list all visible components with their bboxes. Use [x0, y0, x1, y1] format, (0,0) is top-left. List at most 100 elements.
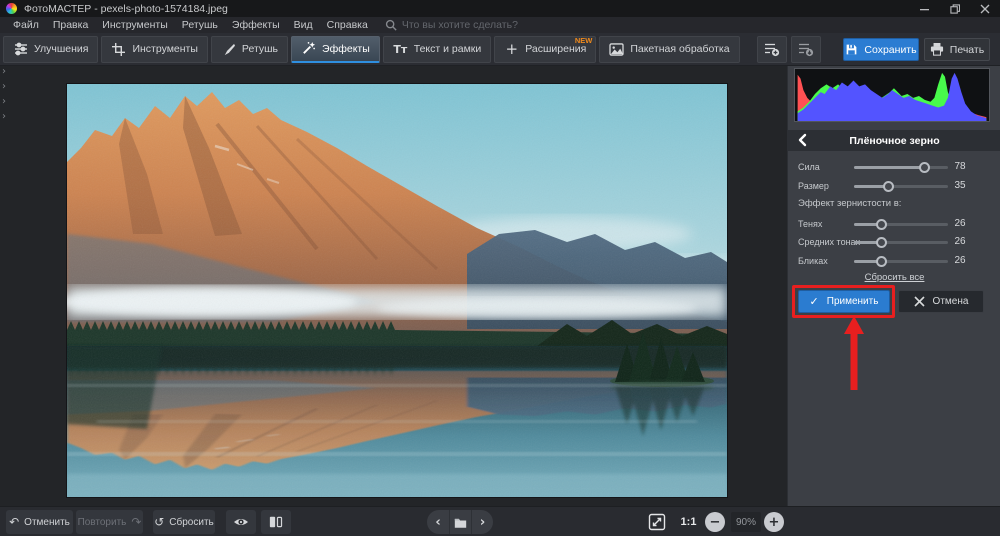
slider-track[interactable] [854, 166, 948, 169]
apply-button[interactable]: ✓ Применить [798, 290, 890, 313]
slider-knob[interactable] [876, 219, 887, 230]
minus-icon: − [710, 516, 721, 529]
slider-track[interactable] [854, 185, 948, 188]
crop-icon [111, 42, 126, 57]
slider-label: Сила [798, 162, 820, 172]
menu-edit[interactable]: Правка [46, 19, 95, 31]
slider-value: 78 [945, 161, 975, 172]
search-input[interactable] [402, 19, 622, 31]
slider-value: 26 [945, 218, 975, 229]
slider-shadows: Тенях 26 [788, 218, 1000, 232]
menu-retouch[interactable]: Ретушь [175, 19, 225, 31]
slider-track[interactable] [854, 260, 948, 263]
x-icon [914, 296, 925, 307]
save-label: Сохранить [864, 44, 916, 56]
zoom-level: 90% [731, 512, 761, 532]
zoom-out-button[interactable]: − [705, 512, 725, 532]
slider-track[interactable] [854, 241, 948, 244]
slider-strength: Сила 78 [788, 161, 1000, 175]
menu-help[interactable]: Справка [320, 19, 375, 31]
minimize-button[interactable] [910, 0, 940, 17]
slider-track[interactable] [854, 223, 948, 226]
status-bar: ↶ Отменить Повторить ↷ ↺ Сбросить [0, 506, 1000, 536]
reset-label: Сбросить [169, 517, 213, 528]
undo-label: Отменить [24, 517, 70, 528]
previous-photo-button[interactable]: ‹ [427, 510, 449, 534]
slider-midtones: Средних тонах 26 [788, 236, 1000, 250]
menu-effects[interactable]: Эффекты [225, 19, 287, 31]
preview-original-button[interactable] [226, 510, 256, 534]
save-icon [845, 43, 858, 56]
cancel-label: Отмена [933, 296, 969, 307]
apply-label: Применить [827, 296, 879, 307]
tab-label: Ретушь [242, 43, 278, 55]
menu-view[interactable]: Вид [287, 19, 320, 31]
slider-fill [854, 223, 878, 226]
menubar: Файл Правка Инструменты Ретушь Эффекты В… [0, 17, 1000, 33]
tab-batch-processing[interactable]: Пакетная обработка [599, 36, 739, 63]
tab-extensions[interactable]: NEW + Расширения [494, 36, 596, 63]
eye-icon [233, 516, 249, 528]
close-button[interactable] [970, 0, 1000, 17]
panel-expand-chevron[interactable]: › [2, 81, 6, 92]
save-button[interactable]: Сохранить [843, 38, 919, 61]
magic-wand-icon [301, 41, 316, 56]
effect-settings-panel: Плёночное зерно Сила 78 Размер 35 Эффект… [787, 66, 1000, 506]
sliders-icon [13, 42, 28, 57]
window-title: ФотоМАСТЕР - pexels-photo-1574184.jpeg [24, 3, 228, 15]
panel-header: Плёночное зерно [788, 130, 1000, 151]
menu-file[interactable]: Файл [6, 19, 46, 31]
redo-icon: ↷ [131, 515, 141, 529]
tab-label: Пакетная обработка [630, 43, 729, 55]
redo-button[interactable]: Повторить ↷ [76, 510, 143, 534]
slider-value: 26 [945, 255, 975, 266]
photo-canvas[interactable] [67, 84, 727, 497]
photo-master-window: ФотоМАСТЕР - pexels-photo-1574184.jpeg Ф… [0, 0, 1000, 536]
restore-button[interactable] [940, 0, 970, 17]
histogram [794, 68, 990, 122]
panel-title: Плёночное зерно [849, 135, 939, 147]
slider-value: 35 [945, 180, 975, 191]
open-folder-button[interactable] [449, 510, 471, 534]
slider-knob[interactable] [919, 162, 930, 173]
back-chevron-icon[interactable] [796, 133, 810, 147]
cancel-button[interactable]: Отмена [898, 290, 984, 313]
tab-text-frames[interactable]: Tт Текст и рамки [383, 36, 492, 63]
tab-tools[interactable]: Инструменты [101, 36, 207, 63]
tab-enhancements[interactable]: Улучшения [3, 36, 98, 63]
before-after-button[interactable] [261, 510, 291, 534]
tab-effects[interactable]: Эффекты [291, 36, 380, 63]
slider-knob[interactable] [876, 256, 887, 267]
reset-button[interactable]: ↺ Сбросить [153, 510, 215, 534]
app-logo-icon [6, 3, 17, 14]
next-photo-button[interactable]: › [471, 510, 493, 534]
add-preset-button[interactable] [757, 36, 787, 63]
reset-icon: ↺ [154, 515, 164, 529]
search-icon [385, 19, 397, 31]
panel-expand-chevron[interactable]: › [2, 111, 6, 122]
tab-retouch[interactable]: Ретушь [211, 36, 288, 63]
fit-to-screen-button[interactable] [645, 511, 669, 533]
download-presets-button[interactable] [791, 36, 821, 63]
tab-label: Текст и рамки [414, 43, 482, 55]
panel-expand-chevron[interactable]: › [2, 66, 6, 77]
menu-tools[interactable]: Инструменты [95, 19, 174, 31]
checkmark-icon: ✓ [810, 295, 819, 308]
slider-knob[interactable] [876, 237, 887, 248]
canvas-area: › › › › [0, 66, 787, 506]
print-button[interactable]: Печать [924, 38, 990, 61]
tab-label: Расширения [525, 43, 586, 55]
slider-size: Размер 35 [788, 180, 1000, 194]
slider-label: Бликах [798, 256, 828, 266]
undo-icon: ↶ [9, 515, 19, 529]
redo-label: Повторить [78, 517, 127, 528]
panel-expand-chevron[interactable]: › [2, 96, 6, 107]
new-badge: NEW [575, 36, 593, 45]
slider-fill [854, 166, 927, 169]
tab-label: Улучшения [34, 43, 88, 55]
actual-size-button[interactable]: 1:1 [675, 512, 702, 532]
reset-all-link[interactable]: Сбросить все [788, 272, 1000, 283]
slider-knob[interactable] [883, 181, 894, 192]
undo-button[interactable]: ↶ Отменить [6, 510, 73, 534]
zoom-in-button[interactable]: + [764, 512, 784, 532]
